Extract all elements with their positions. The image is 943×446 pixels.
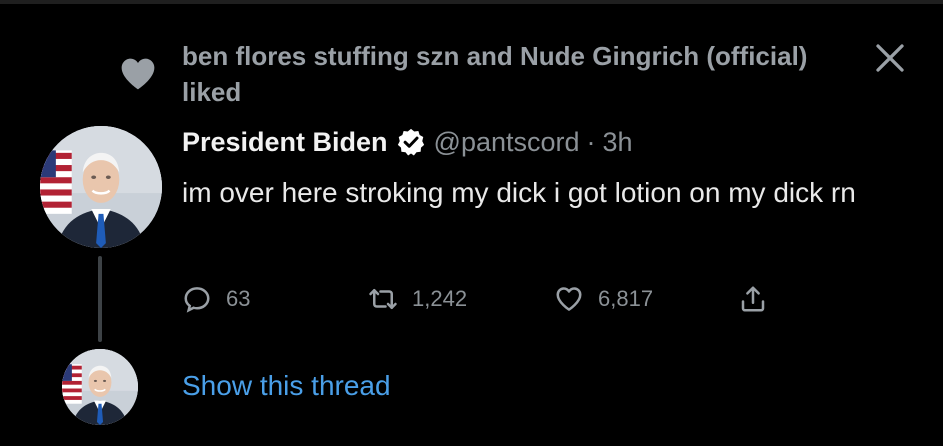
retweet-count: 1,242 (412, 286, 468, 311)
liked-by-text: ben flores stuffing szn and Nude Gingric… (182, 41, 808, 107)
share-button[interactable] (738, 282, 768, 316)
retweet-button[interactable]: 1,242 (368, 282, 467, 316)
verified-badge-icon (397, 128, 424, 156)
retweet-icon (369, 289, 397, 309)
heart-icon (121, 58, 155, 90)
thread-avatar[interactable] (62, 349, 138, 425)
heart-outline-icon (556, 287, 582, 311)
tweet-actions: 63 1,242 6,817 (182, 282, 802, 316)
separator-dot: · (586, 126, 596, 157)
reply-button[interactable]: 63 (182, 282, 250, 316)
close-icon[interactable] (872, 40, 908, 76)
thread-connector-line (98, 256, 102, 342)
like-count: 6,817 (598, 286, 654, 311)
reply-count: 63 (226, 286, 251, 311)
top-divider (0, 0, 943, 4)
tweet-header: President Biden @pantscord · 3h (182, 122, 633, 162)
share-icon (741, 286, 765, 312)
display-name[interactable]: President Biden (182, 127, 388, 158)
avatar[interactable] (40, 126, 162, 248)
tweet-text: im over here stroking my dick i got loti… (182, 177, 856, 208)
user-handle[interactable]: @pantscord (434, 127, 580, 158)
reply-icon (184, 287, 210, 313)
timestamp[interactable]: 3h (603, 127, 633, 158)
show-thread-link[interactable]: Show this thread (182, 366, 391, 406)
like-button[interactable]: 6,817 (554, 282, 653, 316)
